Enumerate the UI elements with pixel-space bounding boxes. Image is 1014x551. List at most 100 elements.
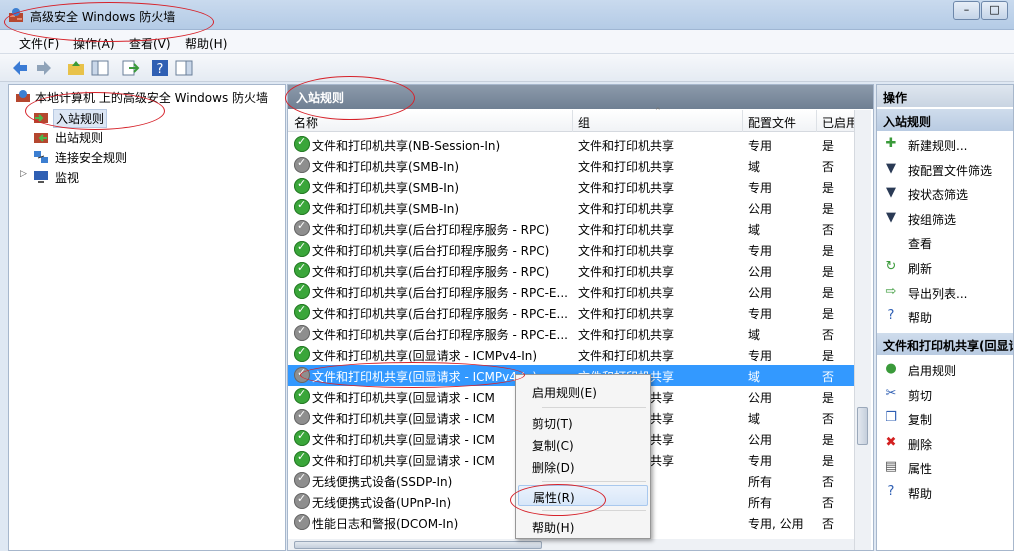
cell-enabled: 是 [822, 349, 835, 363]
tree-item-outbound-rules[interactable]: 出站规则 [55, 129, 103, 146]
table-row[interactable]: 文件和打印机共享(后台打印程序服务 - RPC) 文件和打印机共享 专用 是 [288, 239, 854, 260]
vertical-scrollbar[interactable] [854, 110, 871, 550]
action-item[interactable]: ▼ 按状态筛选 [877, 182, 1013, 204]
rule-disabled-icon [294, 219, 310, 236]
cell-profile: 公用 [748, 286, 773, 300]
rule-enabled-icon [294, 282, 310, 299]
cell-name: 文件和打印机共享(后台打印程序服务 - RPC-E... [312, 286, 568, 300]
hscroll-thumb[interactable] [294, 541, 542, 549]
column-name[interactable]: 名称 [294, 114, 318, 131]
table-row[interactable]: 文件和打印机共享(后台打印程序服务 - RPC-E... 文件和打印机共享 专用 是 [288, 302, 854, 323]
ctx-cut[interactable]: 剪切(T) [518, 412, 648, 433]
export-list-icon[interactable] [120, 58, 140, 78]
cell-enabled: 否 [822, 328, 835, 342]
table-row[interactable]: 文件和打印机共享(NB-Session-In) 文件和打印机共享 专用 是 [288, 134, 854, 155]
rule-disabled-icon [294, 366, 310, 383]
rule-enabled-icon [294, 450, 310, 467]
action-item[interactable]: ? 帮助 [877, 305, 1013, 327]
cell-enabled: 否 [822, 475, 835, 489]
window-title: 高级安全 Windows 防火墙 [30, 10, 176, 24]
ctx-properties[interactable]: 属性(R) [518, 485, 648, 506]
connection-security-icon [34, 151, 48, 163]
cell-profile: 域 [748, 223, 761, 237]
menu-view[interactable]: 查看(V) [129, 35, 171, 52]
table-row[interactable]: 文件和打印机共享(SMB-In) 文件和打印机共享 域 否 [288, 155, 854, 176]
title-bar[interactable]: 高级安全 Windows 防火墙 – □ [0, 0, 1014, 30]
table-row[interactable]: 文件和打印机共享(回显请求 - ICMPv4-In) 文件和打印机共享 专用 是 [288, 344, 854, 365]
table-row[interactable]: 文件和打印机共享(后台打印程序服务 - RPC) 文件和打印机共享 域 否 [288, 218, 854, 239]
action-label: 按配置文件筛选 [908, 163, 993, 178]
action-label: 删除 [908, 437, 933, 452]
action-item[interactable]: ? 帮助 [877, 481, 1013, 503]
cell-group: 文件和打印机共享 [578, 328, 675, 342]
column-group[interactable]: 组 [578, 114, 590, 131]
cell-name: 文件和打印机共享(后台打印程序服务 - RPC-E... [312, 307, 568, 321]
ctx-help[interactable]: 帮助(H) [518, 516, 648, 537]
menu-help[interactable]: 帮助(H) [185, 35, 227, 52]
rule-enabled-icon [294, 429, 310, 446]
toolbar: ? [0, 54, 1014, 82]
tree-item-monitor[interactable]: 监视 [55, 169, 79, 186]
tree-item-inbound-rules[interactable]: 入站规则 [53, 109, 108, 128]
rule-disabled-icon [294, 492, 310, 509]
action-label: 帮助 [908, 311, 933, 326]
ctx-delete[interactable]: 删除(D) [518, 456, 648, 477]
expand-arrow-icon[interactable]: ▷ [20, 169, 27, 179]
menu-file[interactable]: 文件(F) [19, 35, 59, 52]
actions-section-inbound[interactable]: 入站规则 [877, 109, 1013, 131]
action-item[interactable]: ● 启用规则 [877, 358, 1013, 380]
horizontal-scrollbar[interactable] [288, 539, 854, 550]
help-icon: ? [887, 484, 895, 499]
properties-icon: ▤ [884, 459, 898, 475]
menu-action[interactable]: 操作(A) [73, 35, 115, 52]
ctx-copy[interactable]: 复制(C) [518, 434, 648, 455]
cell-profile: 专用 [748, 181, 773, 195]
table-row[interactable]: 文件和打印机共享(SMB-In) 文件和打印机共享 公用 是 [288, 197, 854, 218]
action-item[interactable]: ✚ 新建规则... [877, 133, 1013, 155]
refresh-icon: ↻ [885, 259, 897, 274]
column-enabled[interactable]: 已启用 [822, 114, 858, 131]
column-profile[interactable]: 配置文件 [748, 114, 796, 131]
console-tree-icon[interactable] [90, 58, 110, 78]
table-row[interactable]: 文件和打印机共享(后台打印程序服务 - RPC-E... 文件和打印机共享 域 否 [288, 323, 854, 344]
firewall-root-icon [16, 90, 30, 102]
action-item[interactable]: ↻ 刷新 [877, 256, 1013, 278]
cell-profile: 专用 [748, 244, 773, 258]
action-item[interactable]: ▼ 按组筛选 [877, 207, 1013, 229]
ctx-enable-rule[interactable]: 启用规则(E) [518, 381, 648, 402]
action-pane-icon[interactable] [174, 58, 194, 78]
rule-enabled-icon [294, 345, 310, 362]
tree-item-connection-security[interactable]: 连接安全规则 [55, 149, 127, 166]
action-item[interactable]: ❐ 复制 [877, 407, 1013, 429]
table-row[interactable]: 文件和打印机共享(后台打印程序服务 - RPC) 文件和打印机共享 公用 是 [288, 260, 854, 281]
action-item[interactable]: ✂ 剪切 [877, 383, 1013, 405]
minimize-button[interactable]: – [953, 1, 980, 20]
action-item[interactable]: ✖ 删除 [877, 432, 1013, 454]
action-item[interactable]: 查看 [877, 231, 1013, 253]
table-row[interactable]: 文件和打印机共享(SMB-In) 文件和打印机共享 专用 是 [288, 176, 854, 197]
cell-enabled: 是 [822, 265, 835, 279]
cell-group: 文件和打印机共享 [578, 265, 675, 279]
sort-arrow-icon: ⌃ [654, 107, 662, 117]
maximize-button[interactable]: □ [981, 1, 1008, 20]
rule-enabled-icon [294, 198, 310, 215]
table-row[interactable]: 文件和打印机共享(后台打印程序服务 - RPC-E... 文件和打印机共享 公用 是 [288, 281, 854, 302]
forward-arrow-icon[interactable] [34, 58, 54, 78]
tree-root[interactable]: 本地计算机 上的高级安全 Windows 防火墙 [35, 89, 268, 106]
context-menu: 启用规则(E) 剪切(T) 复制(C) 删除(D) 属性(R) 帮助(H) [515, 374, 651, 539]
cell-name: 文件和打印机共享(SMB-In) [312, 181, 460, 195]
action-item[interactable]: ⇨ 导出列表... [877, 281, 1013, 303]
help-icon[interactable]: ? [150, 58, 170, 78]
cell-profile: 专用 [748, 139, 773, 153]
cell-name: 文件和打印机共享(NB-Session-In) [312, 139, 501, 153]
action-item[interactable]: ▤ 属性 [877, 456, 1013, 478]
action-item[interactable]: ▼ 按配置文件筛选 [877, 158, 1013, 180]
cell-name: 文件和打印机共享(后台打印程序服务 - RPC) [312, 244, 550, 258]
cell-name: 文件和打印机共享(SMB-In) [312, 202, 460, 216]
scroll-thumb[interactable] [857, 407, 868, 445]
up-folder-icon[interactable] [66, 58, 86, 78]
cell-enabled: 是 [822, 139, 835, 153]
rule-enabled-icon [294, 135, 310, 152]
back-arrow-icon[interactable] [10, 58, 30, 78]
actions-section-selected-rule[interactable]: 文件和打印机共享(回显请 [877, 333, 1013, 355]
